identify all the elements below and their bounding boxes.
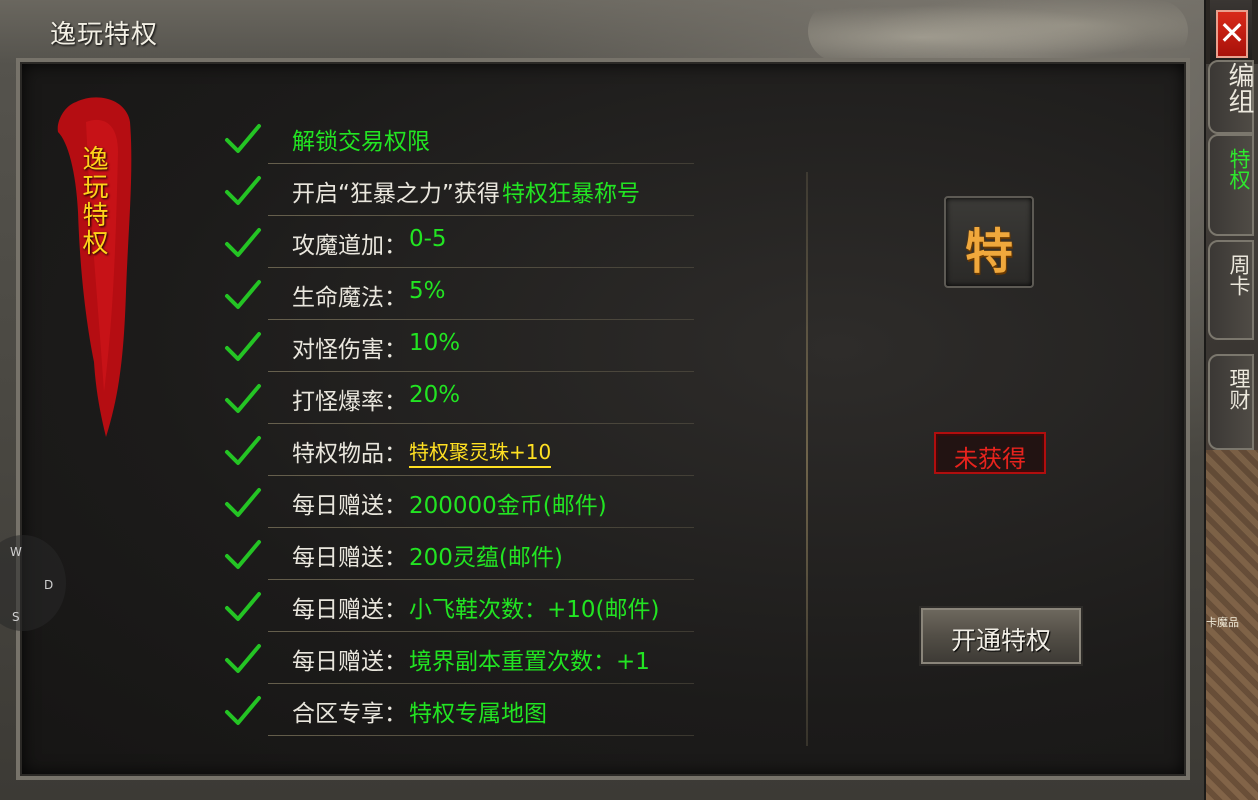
vertical-divider <box>806 172 808 746</box>
privilege-value: 20% <box>409 382 461 408</box>
privilege-row: 生命魔法： 5% <box>224 268 694 320</box>
checkmark-icon <box>224 642 262 676</box>
tab-privilege-label: 特权 <box>1227 148 1251 190</box>
privilege-value: 200000金币(邮件) <box>409 493 607 519</box>
privilege-label: 开启“狂暴之力”获得 <box>292 181 500 207</box>
checkmark-icon <box>224 122 262 156</box>
compass-d: D <box>44 578 54 592</box>
privilege-label: 特权物品： <box>292 441 407 467</box>
tab-privilege[interactable]: 特权 <box>1208 134 1254 236</box>
privilege-value: 200灵蕴(邮件) <box>409 545 563 571</box>
close-icon: ✕ <box>1216 10 1248 58</box>
privilege-badge-icon: 特 <box>944 196 1034 288</box>
banner-title: 逸玩特权 <box>78 145 108 257</box>
status-text: 未获得 <box>954 445 1026 473</box>
checkmark-icon <box>224 226 262 260</box>
privilege-row: 解锁交易权限 <box>224 112 694 164</box>
privilege-value: 特权专属地图 <box>409 701 547 727</box>
privilege-value: 10% <box>409 330 461 356</box>
privilege-row: 对怪伤害： 10% <box>224 320 694 372</box>
checkmark-icon <box>224 486 262 520</box>
window-title: 逸玩特权 <box>50 20 159 50</box>
privilege-row: 合区专享： 特权专属地图 <box>224 684 694 736</box>
privilege-row: 攻魔道加： 0-5 <box>224 216 694 268</box>
row-separator <box>268 735 694 736</box>
tab-finance[interactable]: 理财 <box>1208 354 1254 450</box>
checkmark-icon <box>224 382 262 416</box>
activate-button-label: 开通特权 <box>950 626 1051 655</box>
close-button[interactable]: ✕ <box>1210 0 1252 64</box>
dragon-ornament <box>808 0 1188 62</box>
compass-s: S <box>12 610 20 624</box>
privilege-row: 每日赠送： 境界副本重置次数：+1 <box>224 632 694 684</box>
privilege-row: 每日赠送： 小飞鞋次数：+10(邮件) <box>224 580 694 632</box>
privilege-row: 打怪爆率： 20% <box>224 372 694 424</box>
privilege-value: 境界副本重置次数：+1 <box>409 649 650 675</box>
privilege-row: 每日赠送： 200灵蕴(邮件) <box>224 528 694 580</box>
privilege-label: 合区专享： <box>292 701 407 727</box>
privilege-label: 解锁交易权限 <box>292 129 430 155</box>
status-badge: 未获得 <box>934 432 1046 474</box>
privilege-row: 开启“狂暴之力”获得 特权狂暴称号 <box>224 164 694 216</box>
checkmark-icon <box>224 694 262 728</box>
privilege-item-link[interactable]: 特权聚灵珠+10 <box>409 436 552 468</box>
privilege-label: 每日赠送： <box>292 493 407 519</box>
tab-group-label: 编组 <box>1224 62 1254 114</box>
privilege-value: 特权狂暴称号 <box>502 181 640 207</box>
privilege-label: 每日赠送： <box>292 545 407 571</box>
privilege-label: 打怪爆率： <box>292 389 407 415</box>
privilege-label: 生命魔法： <box>292 285 407 311</box>
checkmark-icon <box>224 330 262 364</box>
checkmark-icon <box>224 278 262 312</box>
privilege-label: 每日赠送： <box>292 649 407 675</box>
checkmark-icon <box>224 538 262 572</box>
privilege-value: 5% <box>409 278 446 304</box>
checkmark-icon <box>224 174 262 208</box>
tab-finance-label: 理财 <box>1227 368 1251 410</box>
tab-weekly-card-label: 周卡 <box>1227 254 1251 296</box>
privilege-label: 对怪伤害： <box>292 337 407 363</box>
tab-group[interactable]: 编组 <box>1208 60 1254 134</box>
scene-label: 卡魔品 <box>1206 616 1239 629</box>
privilege-value: 小飞鞋次数：+10(邮件) <box>409 597 660 623</box>
privilege-label: 攻魔道加： <box>292 233 407 259</box>
checkmark-icon <box>224 434 262 468</box>
privilege-row: 特权物品： 特权聚灵珠+10 <box>224 424 694 476</box>
activate-privilege-button[interactable]: 开通特权 <box>919 606 1083 666</box>
compass-w: W <box>10 545 22 559</box>
checkmark-icon <box>224 590 262 624</box>
privilege-value: 0-5 <box>409 226 447 252</box>
tab-weekly-card[interactable]: 周卡 <box>1208 240 1254 340</box>
privilege-label: 每日赠送： <box>292 597 407 623</box>
privilege-row: 每日赠送： 200000金币(邮件) <box>224 476 694 528</box>
badge-text: 特 <box>964 224 1013 280</box>
